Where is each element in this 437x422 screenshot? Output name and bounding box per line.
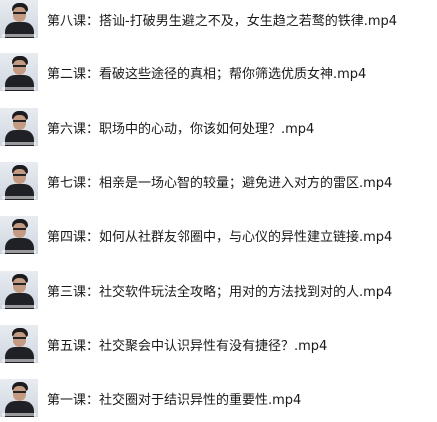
file-name: 第一课：社交圈对于结识异性的重要性.mp4: [47, 392, 302, 408]
video-thumbnail-icon: [0, 271, 38, 309]
video-thumbnail-icon: [0, 379, 38, 417]
file-name: 第七课：相亲是一场心智的较量；避免进入对方的雷区.mp4: [47, 175, 393, 191]
file-name: 第八课：搭讪-打破男生避之不及，女生趋之若鹜的铁律.mp4: [47, 13, 398, 29]
file-row[interactable]: 第二课：看破这些途径的真相；帮你筛选优质女神.mp4: [0, 48, 437, 96]
file-name: 第五课：社交聚会中认识异性有没有捷径？.mp4: [47, 338, 328, 354]
video-thumbnail-icon: [0, 0, 38, 38]
file-row[interactable]: 第八课：搭讪-打破男生避之不及，女生趋之若鹜的铁律.mp4: [0, 0, 437, 43]
file-row[interactable]: 第五课：社交聚会中认识异性有没有捷径？.mp4: [0, 320, 437, 368]
video-thumbnail-icon: [0, 53, 38, 91]
file-name: 第四课：如何从社群友邻圈中，与心仪的异性建立链接.mp4: [47, 229, 393, 245]
video-thumbnail-icon: [0, 325, 38, 363]
file-row[interactable]: 第七课：相亲是一场心智的较量；避免进入对方的雷区.mp4: [0, 157, 437, 205]
file-name: 第六课：职场中的心动，你该如何处理？.mp4: [47, 121, 315, 137]
video-thumbnail-icon: [0, 108, 38, 146]
file-row[interactable]: 第六课：职场中的心动，你该如何处理？.mp4: [0, 103, 437, 151]
file-row[interactable]: 第四课：如何从社群友邻圈中，与心仪的异性建立链接.mp4: [0, 211, 437, 259]
file-row[interactable]: 第一课：社交圈对于结识异性的重要性.mp4: [0, 374, 437, 422]
file-row[interactable]: 第三课：社交软件玩法全攻略；用对的方法找到对的人.mp4: [0, 266, 437, 314]
file-name: 第三课：社交软件玩法全攻略；用对的方法找到对的人.mp4: [47, 284, 393, 300]
file-name: 第二课：看破这些途径的真相；帮你筛选优质女神.mp4: [47, 66, 367, 82]
video-thumbnail-icon: [0, 162, 38, 200]
video-thumbnail-icon: [0, 216, 38, 254]
file-list: 第八课：搭讪-打破男生避之不及，女生趋之若鹜的铁律.mp4 第二课：看破这些途径…: [0, 0, 437, 419]
